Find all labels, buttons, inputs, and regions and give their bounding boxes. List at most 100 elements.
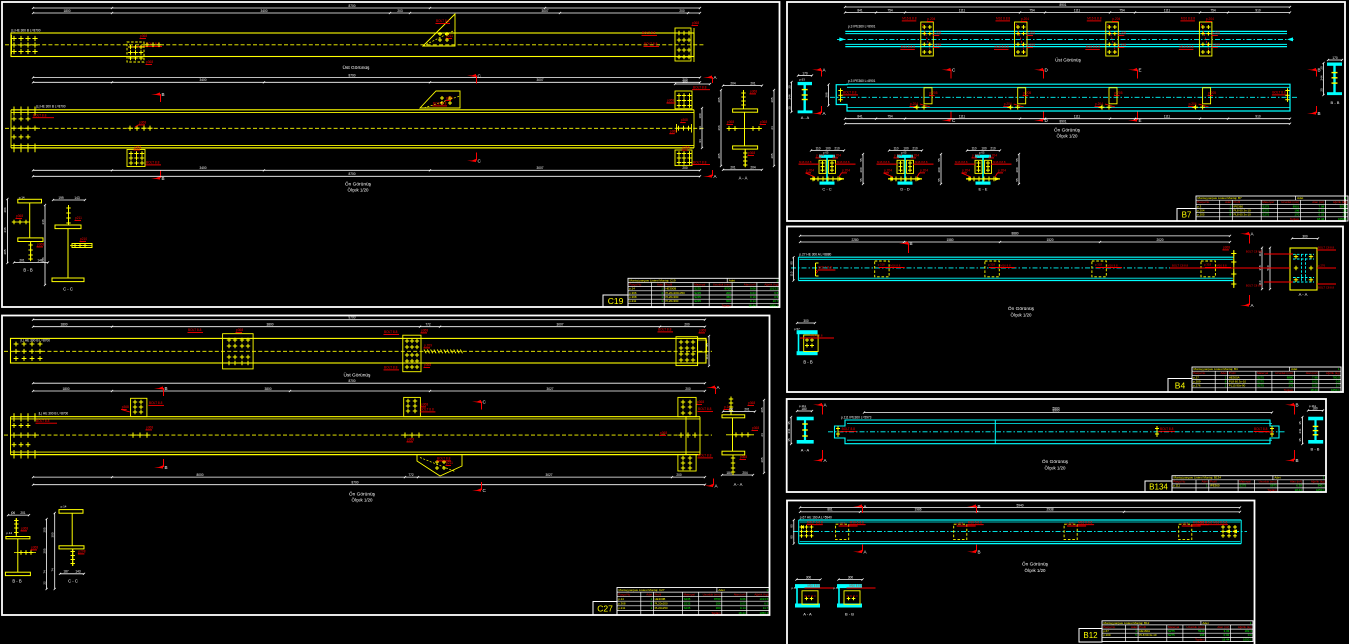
svg-text:BOLT 8.8: BOLT 8.8 xyxy=(149,401,163,405)
svg-text:M16 8.8.8: M16 8.8.8 xyxy=(902,17,916,21)
svg-text:BOLT 8.8: BOLT 8.8 xyxy=(436,19,450,23)
svg-text:PL20x200: PL20x200 xyxy=(655,602,668,606)
svg-text:p368: p368 xyxy=(421,329,428,333)
svg-text:p.205: p.205 xyxy=(1118,31,1126,35)
svg-text:910: 910 xyxy=(1255,115,1261,119)
svg-text:C - C: C - C xyxy=(822,187,831,192)
svg-text:94: 94 xyxy=(698,126,702,130)
svg-text:p368: p368 xyxy=(139,121,146,125)
svg-text:203: 203 xyxy=(397,9,403,13)
svg-text:S235: S235 xyxy=(684,606,691,610)
svg-text:p.204: p.204 xyxy=(989,154,997,158)
svg-text:8700: 8700 xyxy=(348,172,355,176)
svg-text:110: 110 xyxy=(705,354,709,359)
svg-text:Adet: Adet xyxy=(718,588,724,592)
svg-text:p.276: p.276 xyxy=(1318,264,1325,268)
svg-text:205: 205 xyxy=(760,407,764,412)
svg-text:S275: S275 xyxy=(1239,484,1246,488)
svg-text:841: 841 xyxy=(857,115,863,119)
svg-text:p368: p368 xyxy=(748,151,755,155)
svg-text:D - D: D - D xyxy=(900,187,909,192)
svg-text:A - A: A - A xyxy=(739,176,748,181)
svg-text:300: 300 xyxy=(848,575,854,579)
svg-text:18.44: 18.44 xyxy=(1222,637,1230,641)
svg-text:BOLT 8.8: BOLT 8.8 xyxy=(818,266,832,270)
svg-text:Ölçek 1/20: Ölçek 1/20 xyxy=(1011,313,1033,318)
svg-text:143: 143 xyxy=(75,570,81,574)
svg-text:2938: 2938 xyxy=(1046,508,1053,512)
svg-text:B: B xyxy=(1318,111,1321,116)
svg-text:B: B xyxy=(1296,458,1299,463)
svg-text:p368: p368 xyxy=(760,120,767,124)
svg-text:170: 170 xyxy=(1332,56,1338,60)
svg-text:210: 210 xyxy=(834,146,840,150)
svg-text:266: 266 xyxy=(717,125,721,130)
svg-text:M16 8.8.8 M16 8.8.8: M16 8.8.8 M16 8.8.8 xyxy=(1198,520,1227,524)
svg-text:3800: 3800 xyxy=(266,323,273,327)
svg-text:390: 390 xyxy=(682,80,688,84)
svg-text:M16 8.8.8: M16 8.8.8 xyxy=(996,17,1010,21)
svg-text:PL20x360: PL20x360 xyxy=(665,299,678,303)
svg-text:110: 110 xyxy=(893,146,898,150)
svg-text:1580: 1580 xyxy=(946,238,953,242)
svg-text:p.14: p.14 xyxy=(6,531,12,535)
svg-text:170: 170 xyxy=(802,71,808,75)
svg-text:772: 772 xyxy=(408,473,414,477)
svg-text:204: 204 xyxy=(730,81,736,85)
svg-text:p368: p368 xyxy=(21,527,28,531)
svg-text:p368: p368 xyxy=(1223,246,1230,250)
svg-text:201: 201 xyxy=(19,258,25,262)
svg-text:55: 55 xyxy=(1015,158,1019,162)
svg-text:p.204: p.204 xyxy=(1095,102,1103,106)
svg-text:206: 206 xyxy=(716,602,721,606)
svg-text:B12: B12 xyxy=(1083,631,1098,640)
svg-text:p368: p368 xyxy=(122,405,129,409)
svg-text:187: 187 xyxy=(63,570,69,574)
svg-text:18.44: 18.44 xyxy=(748,303,756,307)
svg-text:754: 754 xyxy=(887,8,893,12)
svg-text:p368: p368 xyxy=(682,146,689,150)
svg-text:p368: p368 xyxy=(16,214,23,218)
svg-text:p.205: p.205 xyxy=(930,91,938,95)
svg-text:Ön Görünüş: Ön Görünüş xyxy=(1054,127,1081,134)
svg-text:BOLT 8.8: BOLT 8.8 xyxy=(437,457,451,461)
svg-text:6.5: 6.5 xyxy=(764,602,768,606)
svg-text:8901: 8901 xyxy=(1059,3,1066,7)
svg-text:210: 210 xyxy=(990,146,996,150)
svg-text:Ölçek 1/20: Ölçek 1/20 xyxy=(1057,134,1079,139)
svg-text:p.111: p.111 xyxy=(1309,404,1316,408)
svg-text:199: 199 xyxy=(58,196,64,200)
svg-text:p.276: p.276 xyxy=(1193,384,1201,388)
svg-text:p368: p368 xyxy=(236,328,243,332)
svg-text:1050.1: 1050.1 xyxy=(1338,217,1347,221)
svg-text:p.318: p.318 xyxy=(1181,522,1188,526)
svg-text:p.204: p.204 xyxy=(816,154,824,158)
svg-text:244: 244 xyxy=(1319,75,1323,80)
svg-text:1050.1: 1050.1 xyxy=(1316,488,1325,492)
svg-text:p210: p210 xyxy=(80,237,87,241)
svg-text:B - B: B - B xyxy=(23,268,33,273)
svg-text:18.44: 18.44 xyxy=(738,611,746,615)
svg-text:M16 8.8: M16 8.8 xyxy=(890,264,901,268)
svg-text:55: 55 xyxy=(859,178,863,182)
svg-text:p.67 HE 160 A L=5940: p.67 HE 160 A L=5940 xyxy=(800,515,832,519)
svg-text:BOLT 8.8: BOLT 8.8 xyxy=(1160,427,1174,431)
svg-text:p368: p368 xyxy=(667,99,674,103)
svg-text:1111: 1111 xyxy=(1074,115,1081,119)
svg-text:p368: p368 xyxy=(750,90,757,94)
svg-text:p368: p368 xyxy=(748,401,755,405)
svg-text:201: 201 xyxy=(750,81,756,85)
svg-text:Toplam: Toplam xyxy=(1195,637,1205,641)
svg-text:1050.1: 1050.1 xyxy=(759,611,768,615)
svg-text:p368: p368 xyxy=(146,60,153,64)
svg-text:Materyal: Materyal xyxy=(684,593,695,597)
svg-text:BOLT C8 8.8: BOLT C8 8.8 xyxy=(1246,250,1263,254)
svg-text:p.368: p.368 xyxy=(618,602,626,606)
svg-text:A - A: A - A xyxy=(734,482,743,487)
svg-text:p.205: p.205 xyxy=(1023,91,1031,95)
svg-text:Üst Görünüş: Üst Görünüş xyxy=(1055,57,1081,63)
svg-text:3027: 3027 xyxy=(546,387,553,391)
svg-text:B: B xyxy=(162,92,165,97)
svg-text:|L| HE 300 B L=8700: |L| HE 300 B L=8700 xyxy=(36,105,66,109)
svg-text:18.44: 18.44 xyxy=(1310,388,1318,392)
